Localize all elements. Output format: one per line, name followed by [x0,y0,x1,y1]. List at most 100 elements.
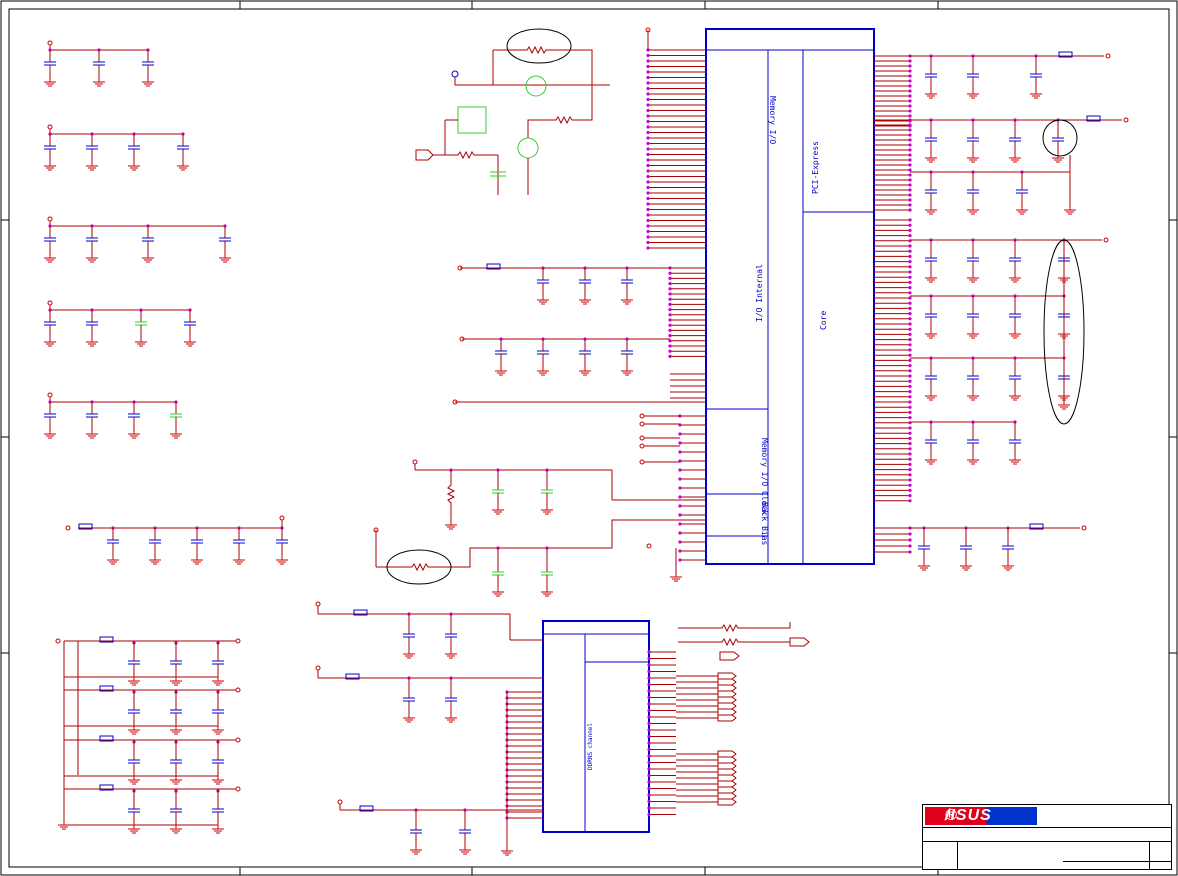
junction-dot [647,760,651,765]
junction-dot [908,265,912,269]
capacitor [925,364,937,401]
capacitor [135,310,147,347]
junction-dot [908,532,912,536]
net-terminal [235,737,241,743]
junction-dot [668,297,672,301]
junction-dot [668,334,672,338]
capacitor [212,797,224,834]
net-tag [717,714,737,722]
capacitor [537,339,549,376]
lower-ic: DDRNS channel [542,620,650,833]
asus-logo: /ISUS ® [925,807,1037,825]
net-terminal [235,638,241,644]
net-tag [717,672,737,680]
junction-dot [908,358,912,362]
capacitor [170,649,182,686]
junction-dot [646,185,650,190]
junction-dot [646,158,650,162]
ground-symbol [1064,205,1076,215]
capacitor [541,560,553,597]
junction-dot [908,173,912,177]
net-tag [717,762,737,770]
capacitor [403,622,415,659]
net-terminal [47,300,53,306]
capacitor [495,339,507,376]
junction-dot [646,163,650,168]
junction-dot [646,75,650,80]
junction-dot [908,312,912,316]
junction-dot [908,208,912,212]
capacitor [107,528,119,565]
net-tag [717,690,737,698]
capacitor [925,246,937,283]
junction-dot [647,812,651,817]
junction-dot [668,308,672,312]
title-block-info-row [923,841,1171,869]
net-terminal [279,515,285,521]
junction-dot [908,109,912,113]
junction-dot [908,249,912,253]
junction-dot [646,169,650,173]
junction-dot [678,522,682,526]
junction-dot [908,301,912,305]
ground-symbol [925,329,937,339]
ground-symbol [86,161,98,171]
net-terminal [639,435,645,441]
capacitor [44,310,56,347]
ground-symbol [925,273,937,283]
middle-decoupling-caps [315,263,706,856]
junction-dot [647,682,651,687]
net-tag [717,792,737,800]
ground-symbol [107,555,119,565]
junction-dot [646,213,650,217]
net-terminal [639,421,645,427]
capacitor [86,310,98,347]
capacitor [1009,302,1021,339]
capacitor [579,268,591,305]
junction-dot [646,147,650,151]
junction-dot [647,741,651,745]
capacitor [967,178,979,215]
ground-symbol [410,845,422,855]
capacitor [492,560,504,597]
junction-dot [646,141,650,146]
ground-symbol [1009,273,1021,283]
junction-dot [908,374,912,378]
ground-symbol [492,505,504,515]
left-decoupling-caps [44,40,288,834]
junction-dot [908,483,912,487]
junction-dot [908,379,912,383]
junction-dot [668,339,672,343]
capacitor [44,226,56,263]
junction-dot [908,275,912,279]
capacitor [177,134,189,171]
junction-dot [908,128,912,132]
capacitor [191,528,203,565]
ground-symbol [1009,329,1021,339]
junction-dot [647,799,651,804]
capacitor [445,622,457,659]
junction-dot [646,59,650,63]
junction-dot [908,400,912,404]
junction-dot [646,130,650,135]
capacitor [925,302,937,339]
capacitor [492,478,504,515]
ground-symbol [86,429,98,439]
junction-dot [908,384,912,388]
capacitor [44,402,56,439]
ground-symbol [128,429,140,439]
capacitor [621,339,633,376]
junction-dot [646,53,650,58]
junction-dot [908,538,912,542]
junction-dot [908,203,912,207]
net-terminal [65,525,71,531]
net-terminal [235,786,241,792]
capacitor [445,686,457,723]
junction-dot [678,495,682,499]
ground-symbol [1009,391,1021,401]
ground-symbol [925,455,937,465]
junction-dot [908,431,912,435]
capacitor [44,50,56,87]
ground-symbol [445,713,457,723]
capacitor [925,178,937,215]
